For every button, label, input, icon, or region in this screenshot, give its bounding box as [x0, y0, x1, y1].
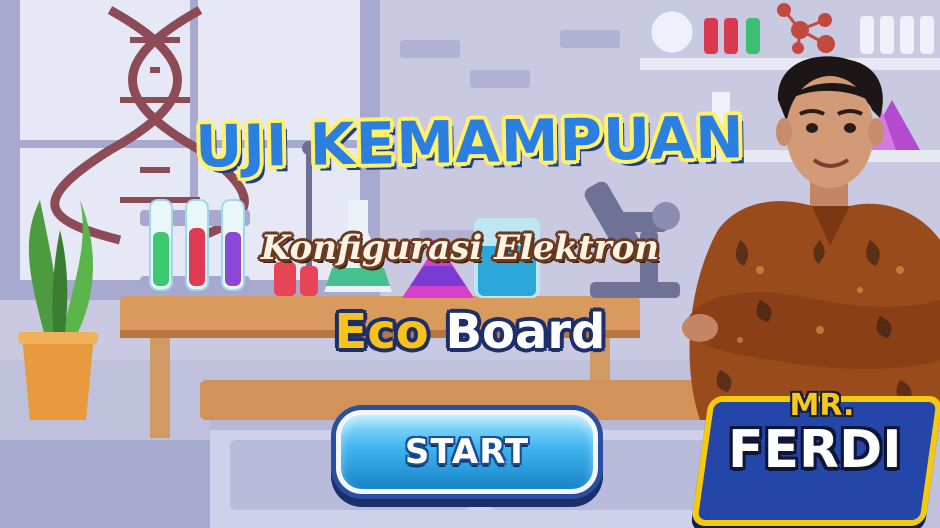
- game-subtitle: Konfigurasi Elektron: [260, 228, 660, 268]
- host-name: FERDI: [728, 420, 902, 480]
- lab-background-scene: UJI KEMAMPUAN Konfigurasi Elektron Eco B…: [0, 0, 940, 528]
- brand-part-eco: Eco: [334, 304, 429, 360]
- start-button[interactable]: START: [336, 410, 598, 494]
- start-button-label: START: [404, 432, 530, 472]
- brand-part-board: Board: [445, 304, 606, 360]
- host-prefix: MR.: [789, 388, 855, 423]
- brand-logo: Eco Board: [320, 304, 620, 360]
